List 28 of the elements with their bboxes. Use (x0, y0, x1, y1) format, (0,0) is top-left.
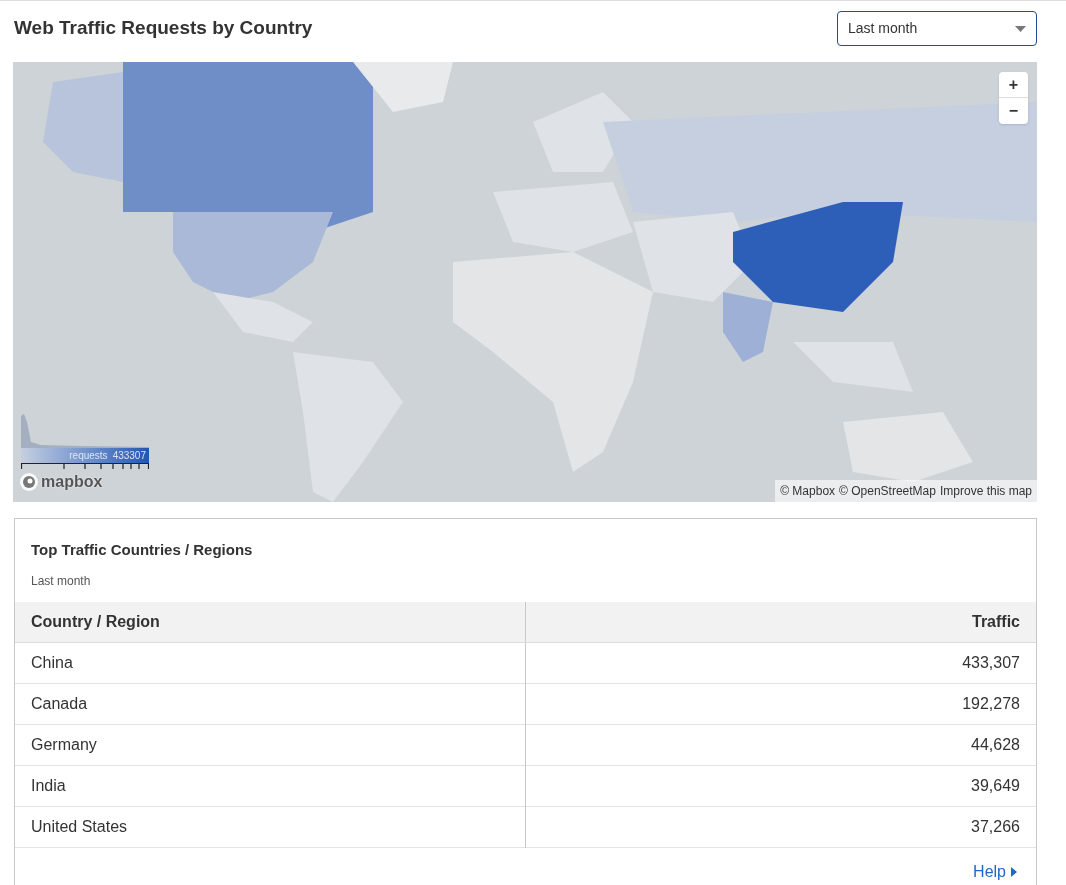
attribution-link[interactable]: Improve this map (939, 482, 1032, 500)
zoom-in-button[interactable]: + (999, 72, 1028, 98)
column-header: Traffic (525, 601, 1036, 643)
table-cell: 192,278 (525, 683, 1036, 725)
table-cell: 39,649 (525, 765, 1036, 807)
legend-label: requests (69, 449, 108, 463)
table-cell: China (15, 642, 526, 684)
card-title: Top Traffic Countries / Regions (31, 540, 254, 560)
table-cell: Germany (15, 724, 526, 766)
logo-icon (19, 472, 39, 492)
range-select[interactable]: Last month (837, 11, 1037, 46)
logo-text: mapbox (41, 472, 103, 492)
page-title: Web Traffic Requests by Country (14, 16, 313, 41)
table-cell: 44,628 (525, 724, 1036, 766)
table-cell: 433,307 (525, 642, 1036, 684)
zoom-out-button[interactable]: − (999, 98, 1028, 124)
column-header: Country / Region (15, 601, 526, 643)
attribution-link[interactable]: © OpenStreetMap (839, 482, 936, 500)
caret-right-icon (1011, 867, 1017, 877)
table-cell: India (15, 765, 526, 807)
legend-max: 433307 (112, 449, 146, 463)
table-cell: United States (15, 806, 526, 848)
caret-icon (1015, 25, 1026, 32)
help-link[interactable]: Help (973, 860, 1017, 884)
table-cell: 37,266 (525, 806, 1036, 848)
attribution-link[interactable]: © Mapbox (780, 482, 836, 500)
card-subtitle: Last month (31, 572, 92, 590)
table-cell: Canada (15, 683, 526, 725)
